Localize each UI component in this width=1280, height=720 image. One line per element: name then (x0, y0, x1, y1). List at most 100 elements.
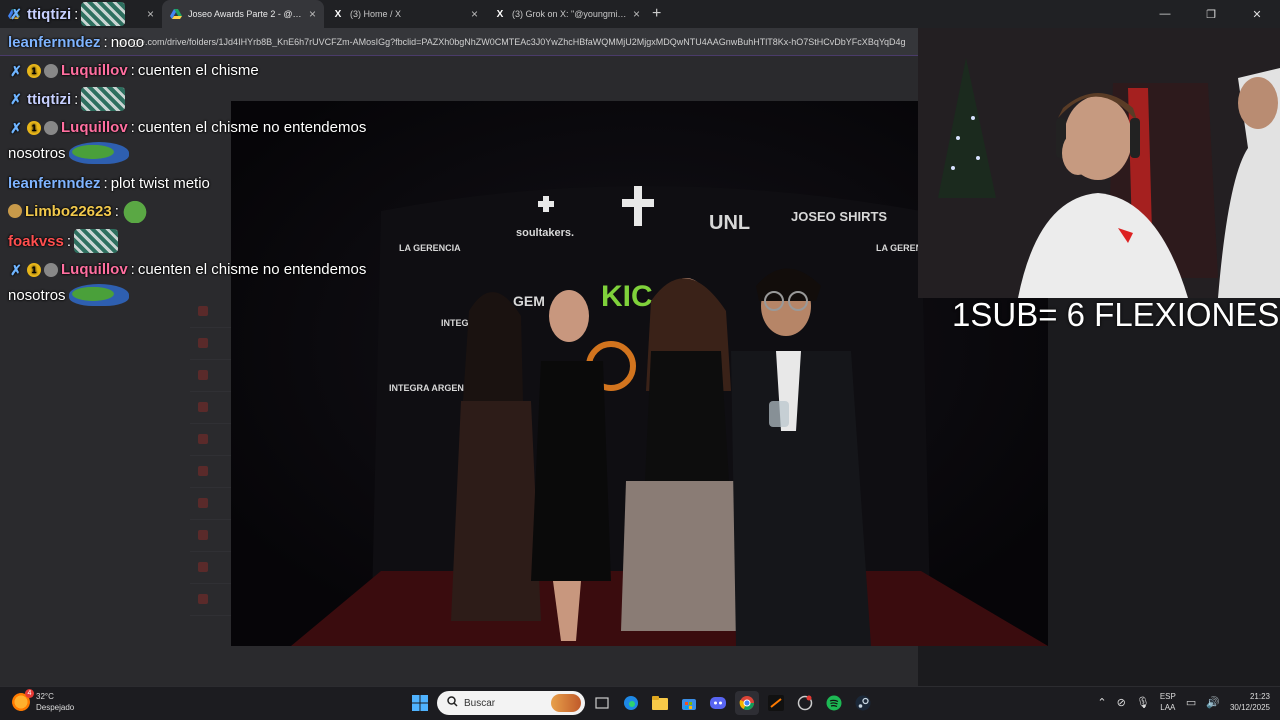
webcam-feed (918, 28, 1280, 298)
sidebar-item (16, 318, 176, 340)
close-icon[interactable]: × (633, 7, 640, 21)
network-off-icon[interactable]: ⊘ (1117, 696, 1126, 709)
url-text[interactable]: google.com/drive/folders/1Jd4IHYrb8B_KnE… (118, 37, 918, 47)
image-file-icon (198, 370, 208, 380)
sword-badge-icon: ✗ (10, 62, 22, 79)
chat-message: foakvss: (8, 229, 119, 253)
restore-icon[interactable]: ❐ (1188, 0, 1234, 28)
lang-top: ESP (1159, 692, 1176, 701)
overlay-sub-goal-text: 1SUB= 6 FLEXIONES (952, 296, 1280, 333)
chat-text: cuenten el chisme (137, 62, 259, 79)
backdrop-logo: GEM (513, 293, 545, 309)
gold-badge-icon: 1 (27, 262, 41, 277)
chat-username: Luquillov (61, 261, 128, 278)
lang-bottom: LAA (1160, 703, 1176, 712)
drive-icon (170, 8, 182, 20)
sidebar-item (16, 340, 176, 362)
discord-icon[interactable] (706, 691, 730, 715)
chat-message: Limbo22623: (8, 199, 148, 223)
chat-colon: : (103, 34, 108, 51)
task-view-icon[interactable] (590, 691, 614, 715)
chat-colon: : (130, 119, 135, 136)
windows-start-icon[interactable] (408, 691, 432, 715)
chat-message: ✗ ttiqtizi: (8, 2, 126, 26)
obs-like-app-icon[interactable] (764, 691, 788, 715)
chat-colon: : (103, 175, 108, 192)
frog-emote-icon (121, 199, 148, 223)
sword-badge-icon: ✗ (10, 91, 22, 107)
new-tab-button[interactable]: + (652, 5, 661, 23)
store-icon[interactable] (677, 691, 701, 715)
close-window-icon[interactable]: ✕ (1234, 0, 1280, 28)
image-file-icon (198, 466, 208, 476)
chat-colon: : (114, 202, 119, 220)
backdrop-logo: soultakers. (516, 227, 574, 239)
chat-text: nosotros (8, 286, 66, 304)
weather-temp: 32°C (36, 692, 54, 701)
chat-message: leanfernndez: nooo (8, 34, 144, 51)
chat-username: Luquillov (61, 62, 128, 79)
chat-username: Luquillov (61, 119, 128, 136)
image-file-icon (198, 530, 208, 540)
weather-desc: Despejado (36, 703, 75, 712)
volume-icon[interactable]: 🔊 (1206, 696, 1220, 709)
weather-widget[interactable]: 4 32°C Despejado (12, 689, 75, 713)
emote-icon (74, 229, 119, 253)
grey-badge-icon (44, 63, 58, 78)
image-file-icon (198, 434, 208, 444)
chat-message-continuation: nosotros (8, 284, 129, 306)
language-indicator[interactable]: ESP LAA (1160, 691, 1176, 713)
grey-badge-icon (44, 262, 58, 277)
coin-badge-icon (8, 204, 22, 218)
minimize-icon[interactable]: — (1142, 0, 1188, 28)
backdrop-logo: UNL (709, 212, 750, 234)
steam-icon[interactable] (851, 691, 875, 715)
image-file-icon (198, 498, 208, 508)
tab-title: (3) Grok on X: "@youngmirko3 (512, 9, 627, 19)
window-controls: — ❐ ✕ (1142, 0, 1280, 28)
chrome-icon[interactable] (735, 691, 759, 715)
tab-4[interactable]: X (3) Grok on X: "@youngmirko3 × (486, 0, 648, 28)
chat-colon: : (130, 261, 135, 278)
search-highlight-icon (551, 694, 581, 712)
sword-badge-icon: ✗ (10, 6, 22, 22)
chevron-up-icon[interactable]: ⌃ (1097, 696, 1106, 709)
webcam-scene (918, 28, 1280, 298)
search-placeholder: Buscar (464, 697, 496, 709)
tab-title: (3) Home / X (350, 9, 402, 19)
screen: × Joseo Awards Parte 2 - @alitai × X (3)… (0, 0, 1280, 720)
streaming-app-icon[interactable] (793, 691, 817, 715)
chat-username: ttiqtizi (27, 5, 72, 23)
edge-icon[interactable] (619, 691, 643, 715)
sun-icon: 4 (12, 689, 34, 711)
taskbar-search[interactable]: Buscar (437, 691, 585, 715)
close-icon[interactable]: × (147, 7, 154, 21)
chat-message-continuation: nosotros (8, 142, 129, 164)
display-icon[interactable]: ▭ (1186, 696, 1196, 709)
backdrop-logo: LA GERENCIA (399, 243, 461, 253)
gold-badge-icon: 1 (27, 63, 41, 78)
sword-badge-icon: ✗ (10, 119, 22, 136)
emote-icon (81, 2, 126, 26)
chat-username: foakvss (8, 232, 64, 250)
spotify-icon[interactable] (822, 691, 846, 715)
close-icon[interactable]: × (309, 7, 316, 21)
tab-2[interactable]: Joseo Awards Parte 2 - @alitai × (162, 0, 324, 28)
image-file-icon (198, 306, 208, 316)
chat-text: plot twist metio (110, 175, 210, 192)
clock[interactable]: 21:23 30/12/2025 (1230, 691, 1270, 713)
system-tray: ⌃ ⊘ 🎙 ESP LAA ▭ 🔊 21:23 30/12/2025 (1097, 691, 1270, 713)
tab-title: Joseo Awards Parte 2 - @alitai (188, 9, 303, 19)
chat-colon: : (74, 5, 79, 23)
chat-text: nooo (110, 34, 145, 51)
grey-badge-icon (44, 120, 58, 135)
close-icon[interactable]: × (471, 7, 478, 21)
chat-colon: : (66, 232, 72, 250)
pepe-emote-icon (68, 142, 129, 164)
tab-3[interactable]: X (3) Home / X × (324, 0, 486, 28)
notification-badge: 4 (25, 689, 34, 698)
image-file-icon (198, 562, 208, 572)
microphone-icon[interactable]: 🎙 (1136, 696, 1150, 709)
file-explorer-icon[interactable] (648, 691, 672, 715)
image-file-icon (198, 402, 208, 412)
